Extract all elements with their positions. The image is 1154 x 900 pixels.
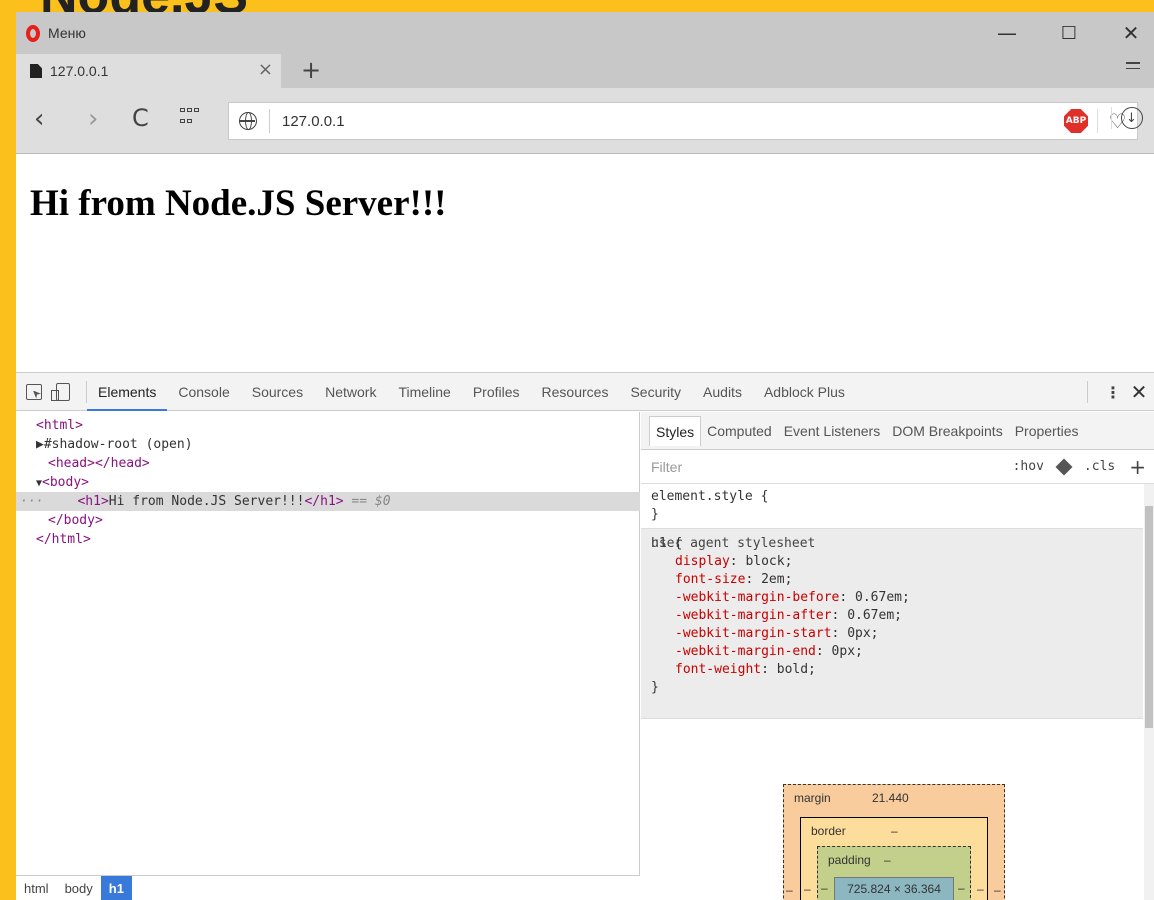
dom-node-head[interactable]: <head></head> xyxy=(16,454,640,473)
page-viewport: Hi from Node.JS Server!!! xyxy=(16,154,1154,372)
tab-adblock-plus[interactable]: Adblock Plus xyxy=(753,373,856,411)
devtools-toolbar: Elements Console Sources Network Timelin… xyxy=(16,373,1154,411)
declaration[interactable]: -webkit-margin-before: 0.67em; xyxy=(675,589,910,607)
tab-styles[interactable]: Styles xyxy=(649,415,702,446)
dom-node-html[interactable]: <html> xyxy=(16,416,640,435)
inspect-element-icon[interactable] xyxy=(26,383,42,400)
dom-node-html-close[interactable]: </html> xyxy=(16,530,640,549)
add-rule-button[interactable]: + xyxy=(1129,455,1146,479)
document-icon xyxy=(30,64,42,78)
device-mode-icon[interactable] xyxy=(51,382,70,401)
navigation-bar: ‹ › C 127.0.0.1 ♡ ABP ↓ xyxy=(16,88,1154,154)
tab-active[interactable]: 127.0.0.1 × xyxy=(16,54,281,88)
box-model-content[interactable]: 725.824 × 36.364 xyxy=(834,877,954,900)
styles-scrollbar[interactable] xyxy=(1144,484,1154,900)
dom-node-body[interactable]: ▼<body> xyxy=(16,473,640,492)
url-text[interactable]: 127.0.0.1 xyxy=(282,113,345,130)
tab-event-listeners[interactable]: Event Listeners xyxy=(778,416,887,446)
adblock-button[interactable]: ABP xyxy=(1056,109,1096,133)
adblock-icon: ABP xyxy=(1064,109,1088,133)
box-model-margin[interactable]: margin 21.440 – – border – – – padding –… xyxy=(783,784,1005,900)
tab-network[interactable]: Network xyxy=(314,373,387,411)
style-rules: element.style { } h1 { user agent styles… xyxy=(641,484,1143,756)
browser-window: Меню — ☐ ✕ 127.0.0.1 × + ‹ › C 127.0.0.1… xyxy=(16,12,1154,900)
reload-button[interactable]: C xyxy=(132,106,149,130)
download-icon: ↓ xyxy=(1120,107,1143,129)
back-button[interactable]: ‹ xyxy=(34,106,44,132)
sidebar-tabs: Styles Computed Event Listeners DOM Brea… xyxy=(641,412,1154,450)
maximize-button[interactable]: ☐ xyxy=(1044,12,1094,54)
menu-button[interactable]: Меню xyxy=(48,25,86,41)
declaration[interactable]: -webkit-margin-start: 0px; xyxy=(675,625,879,643)
dom-node-dots: ··· xyxy=(20,494,44,509)
tab-menu-icon[interactable] xyxy=(1126,62,1140,76)
declaration[interactable]: font-size: 2em; xyxy=(675,571,792,589)
tab-title: 127.0.0.1 xyxy=(50,63,109,79)
box-model-padding[interactable]: padding – – – – 725.824 × 36.364 xyxy=(817,846,971,900)
h1-style-rule[interactable]: h1 { user agent stylesheet display: bloc… xyxy=(641,529,1143,719)
stylesheet-source: user agent stylesheet xyxy=(651,536,816,551)
close-devtools-icon[interactable]: ✕ xyxy=(1124,380,1154,404)
dom-node-shadow-root[interactable]: ▶#shadow-root (open) xyxy=(16,435,640,454)
tab-computed[interactable]: Computed xyxy=(701,416,778,446)
tab-profiles[interactable]: Profiles xyxy=(462,373,531,411)
title-bar: Меню — ☐ ✕ xyxy=(16,12,1154,54)
globe-icon xyxy=(239,112,257,130)
close-window-button[interactable]: ✕ xyxy=(1106,12,1154,54)
breadcrumb-html[interactable]: html xyxy=(16,876,57,900)
speed-dial-icon[interactable] xyxy=(180,108,200,128)
margin-value[interactable]: 21.440 xyxy=(872,791,909,805)
tab-timeline[interactable]: Timeline xyxy=(387,373,461,411)
cls-toggle[interactable]: .cls xyxy=(1084,459,1115,474)
page-heading: Hi from Node.JS Server!!! xyxy=(30,183,447,224)
styles-filter-bar: Filter :hov .cls + xyxy=(641,450,1154,484)
frame-left xyxy=(0,0,16,900)
filter-input[interactable]: Filter xyxy=(651,459,682,475)
declaration[interactable]: -webkit-margin-after: 0.67em; xyxy=(675,607,902,625)
dom-node-h1-selected[interactable]: ··· <h1>Hi from Node.JS Server!!!</h1> ==… xyxy=(16,492,640,511)
devtools-panel: Elements Console Sources Network Timelin… xyxy=(16,372,1154,900)
expand-arrow-icon[interactable]: ▶ xyxy=(36,437,44,452)
new-tab-button[interactable]: + xyxy=(301,56,321,84)
minimize-button[interactable]: — xyxy=(982,12,1032,54)
tab-security[interactable]: Security xyxy=(619,373,692,411)
styles-sidebar: Styles Computed Event Listeners DOM Brea… xyxy=(641,412,1154,900)
download-button[interactable]: ↓ xyxy=(1111,107,1151,129)
tab-close-icon[interactable]: × xyxy=(258,59,273,80)
tab-bar: 127.0.0.1 × + xyxy=(16,54,1154,88)
declaration[interactable]: -webkit-margin-end: 0px; xyxy=(675,643,863,661)
element-style-rule[interactable]: element.style { } xyxy=(641,484,1143,529)
opera-logo-icon[interactable] xyxy=(26,24,40,42)
tab-audits[interactable]: Audits xyxy=(692,373,753,411)
declaration[interactable]: font-weight: bold; xyxy=(675,661,816,679)
elements-tree: <html> ▶#shadow-root (open) <head></head… xyxy=(16,412,640,900)
breadcrumb-body[interactable]: body xyxy=(57,876,101,900)
dom-node-body-close[interactable]: </body> xyxy=(16,511,640,530)
tab-properties[interactable]: Properties xyxy=(1009,416,1085,446)
tab-resources[interactable]: Resources xyxy=(531,373,620,411)
diamond-icon[interactable] xyxy=(1055,458,1073,475)
tab-console[interactable]: Console xyxy=(167,373,240,411)
forward-button[interactable]: › xyxy=(88,106,98,132)
tab-elements[interactable]: Elements xyxy=(87,373,168,411)
declaration[interactable]: display: block; xyxy=(675,553,792,571)
address-bar[interactable]: 127.0.0.1 ♡ xyxy=(228,102,1138,140)
breadcrumb: html body h1 xyxy=(16,875,640,900)
box-model-border[interactable]: border – – – padding – – – – 725.824 × 3… xyxy=(800,817,988,900)
breadcrumb-h1[interactable]: h1 xyxy=(100,875,132,900)
more-options-icon[interactable]: ⋮ xyxy=(1102,383,1124,402)
tab-dom-breakpoints[interactable]: DOM Breakpoints xyxy=(886,416,1008,446)
tab-sources[interactable]: Sources xyxy=(241,373,314,411)
box-model-diagram: margin 21.440 – – border – – – padding –… xyxy=(641,756,1143,900)
hov-toggle[interactable]: :hov xyxy=(1013,459,1044,474)
